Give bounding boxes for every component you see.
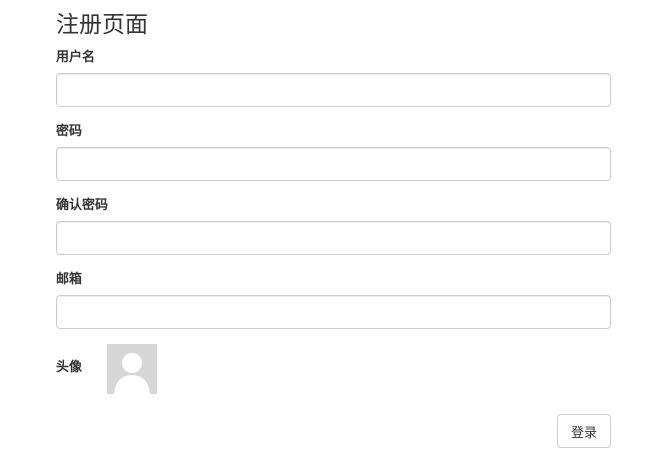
email-field-group: 邮箱 [56,270,611,332]
password-input[interactable] [56,147,611,181]
register-form: 用户名 密码 确认密码 邮箱 [56,48,611,344]
username-field-group: 用户名 [56,48,611,110]
email-label: 邮箱 [56,272,83,287]
page-title: 注册页面 [56,12,148,38]
user-silhouette-icon [107,344,157,394]
username-label: 用户名 [56,50,96,65]
avatar-field-group: 头像 [56,344,256,394]
default-user-avatar-icon[interactable] [107,344,157,394]
login-button[interactable]: 登录 [557,414,611,448]
password-field-group: 密码 [56,122,611,184]
email-input[interactable] [56,295,611,329]
confirm-password-label: 确认密码 [56,198,109,213]
password-label: 密码 [56,124,83,139]
confirm-password-field-group: 确认密码 [56,196,611,258]
register-page: 注册页面 用户名 密码 确认密码 邮箱 头像 登录 [0,0,671,468]
confirm-password-input[interactable] [56,221,611,255]
avatar-label: 头像 [56,360,83,375]
username-input[interactable] [56,73,611,107]
